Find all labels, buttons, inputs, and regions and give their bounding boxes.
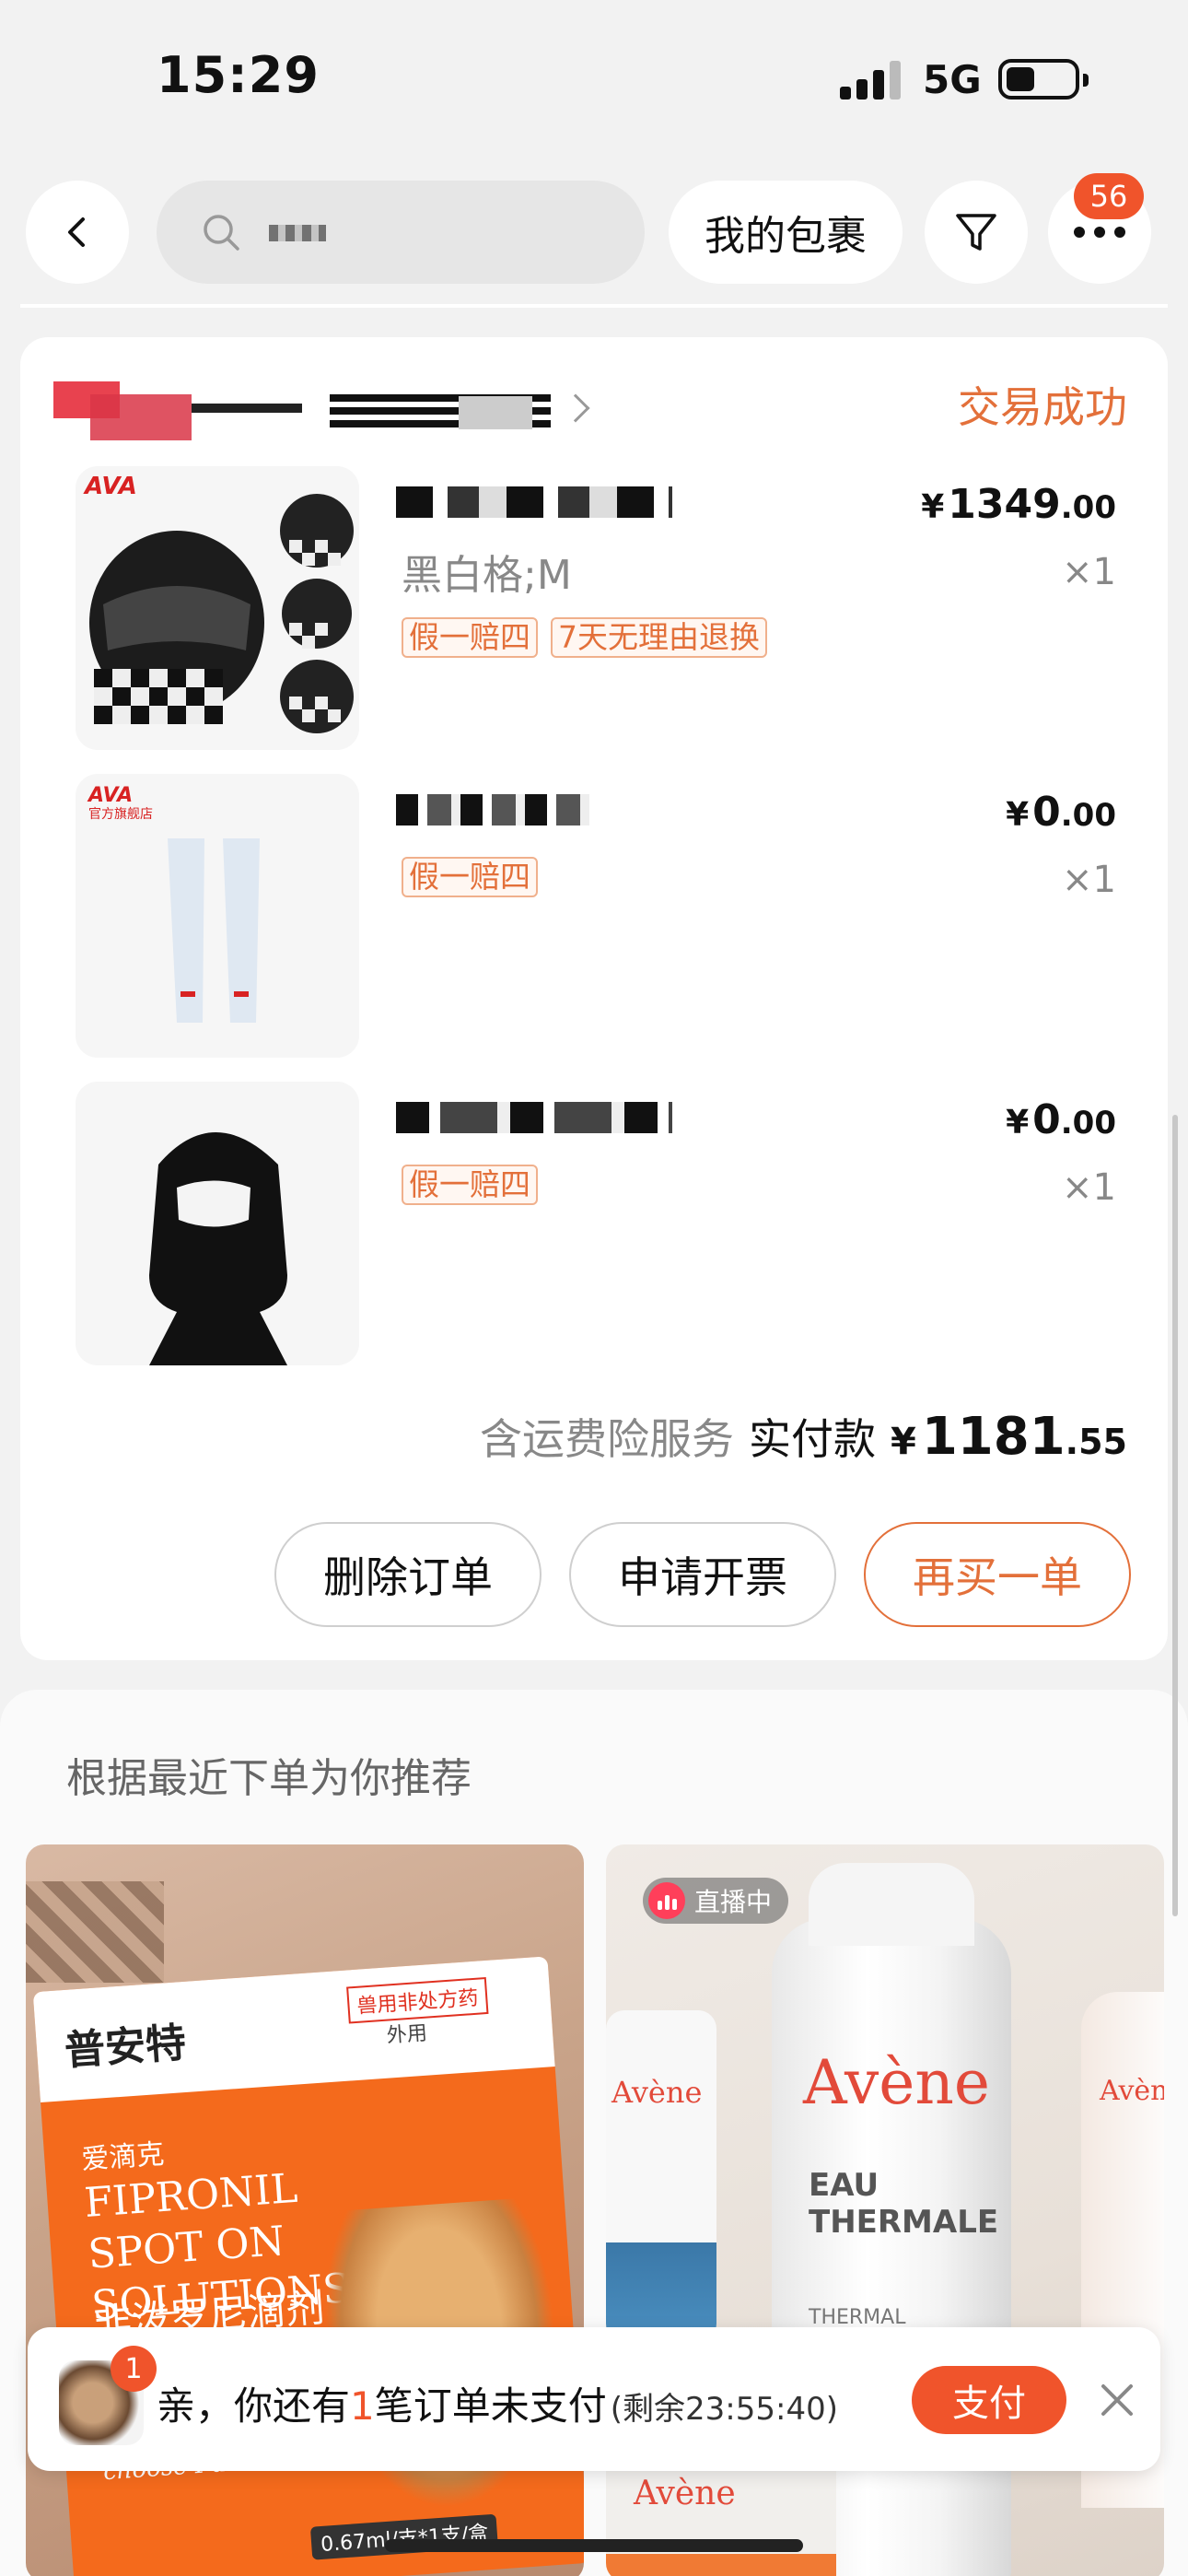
price-decimal: .00 <box>1060 489 1116 526</box>
msg-suffix: 笔订单未支付 <box>374 2383 607 2429</box>
chevron-right-icon <box>561 393 590 423</box>
item-price: ¥0.00 <box>1006 789 1116 836</box>
currency-symbol: ¥ <box>1006 1104 1030 1142</box>
product-image-sleeves: AVA 官方旗舰店 <box>76 774 359 1058</box>
live-badge: 直播中 <box>643 1878 789 1924</box>
filter-icon <box>956 214 996 251</box>
product-brand: 普安特 <box>63 2019 188 2076</box>
item-quantity: ×1 <box>1062 1166 1116 1209</box>
brand-logo-small: Avène <box>634 2475 736 2512</box>
buy-again-button[interactable]: 再买一单 <box>864 1522 1131 1627</box>
unpaid-message: 亲，你还有1笔订单未支付 (剩余23:55:40) <box>157 2375 838 2431</box>
item-quantity: ×1 <box>1062 551 1116 593</box>
brand-logo: Avène <box>803 2047 990 2118</box>
my-packages-button[interactable]: 我的包裹 <box>669 181 903 284</box>
tag-fake-refund: 假一赔四 <box>402 1165 538 1205</box>
product-image-balaclava <box>76 1082 359 1365</box>
order-item[interactable]: AVA 黑白格;M 假一赔四 7天无理由退换 ¥1349.00 ×1 <box>57 466 1144 761</box>
message-badge: 56 <box>1074 173 1144 219</box>
pay-button[interactable]: 支付 <box>912 2366 1066 2434</box>
network-label: 5G <box>923 57 982 102</box>
nav-bar: 我的包裹 56 <box>0 157 1188 304</box>
service-tags: 假一赔四 <box>402 1165 538 1205</box>
recommend-title: 根据最近下单为你推荐 <box>66 1755 472 1802</box>
order-item[interactable]: 假一赔四 ¥0.00 ×1 <box>57 1082 1144 1376</box>
previous-card-edge <box>20 304 1168 308</box>
filter-button[interactable] <box>925 181 1028 284</box>
chevron-left-icon <box>68 217 85 247</box>
order-card: 交易成功 AVA 黑白格;M 假一赔四 7天无理由退换 ¥1349.00 ×1 <box>20 337 1168 1660</box>
shipping-insurance-note: 含运费险服务 <box>479 1414 734 1464</box>
currency-symbol: ¥ <box>921 488 945 526</box>
more-dots-icon <box>1074 227 1125 238</box>
svg-text:AVA: AVA <box>87 784 133 807</box>
item-price: ¥1349.00 <box>921 481 1116 528</box>
brand-logo-small: Avène <box>611 2075 703 2110</box>
status-bar: 15:29 5G <box>0 0 1188 157</box>
scrollbar[interactable] <box>1172 1115 1178 1916</box>
live-label: 直播中 <box>694 1887 773 1917</box>
order-total: 含运费险服务 实付款 ¥1181.55 <box>480 1406 1127 1467</box>
tag-fake-refund: 假一赔四 <box>402 857 538 897</box>
search-icon <box>204 215 239 251</box>
unpaid-count-badge: 1 <box>111 2346 157 2392</box>
product-spec: 黑白格;M <box>402 552 572 599</box>
svg-text:AVA: AVA <box>83 473 137 500</box>
paid-amount: ¥1181.55 <box>891 1407 1127 1467</box>
serum-bottle-image: Avène <box>606 2010 716 2342</box>
search-query-redacted <box>269 225 326 241</box>
remaining-time: (剩余23:55:40) <box>610 2391 838 2428</box>
msg-count: 1 <box>350 2383 375 2429</box>
back-button[interactable] <box>26 181 129 284</box>
home-indicator[interactable] <box>385 2539 803 2552</box>
product-title-redacted <box>396 1102 672 1133</box>
product-image-helmet: AVA <box>76 466 359 750</box>
service-tags: 假一赔四 <box>402 857 538 897</box>
item-quantity: ×1 <box>1062 859 1116 901</box>
svg-text:官方旗舰店: 官方旗舰店 <box>88 807 153 822</box>
price-decimal: .00 <box>1060 797 1116 834</box>
product-box-image: 普安特 兽用非处方药 外用 爱滴克 FIPRONIL SPOT ON SOLUT… <box>32 1956 584 2576</box>
shop-name-redacted[interactable] <box>53 370 590 444</box>
unpaid-order-banner[interactable]: 1 亲，你还有1笔订单未支付 (剩余23:55:40) 支付 <box>28 2327 1160 2471</box>
tag-fake-refund: 假一赔四 <box>402 617 538 658</box>
signal-icon <box>840 61 904 100</box>
product-line1: EAU THERMALE <box>809 2167 999 2241</box>
paid-label: 实付款 <box>748 1414 876 1464</box>
product-title-redacted <box>396 486 672 518</box>
live-icon <box>648 1882 685 1919</box>
delete-order-button[interactable]: 删除订单 <box>274 1522 542 1627</box>
tag-7day-return: 7天无理由退换 <box>551 617 767 658</box>
close-icon[interactable] <box>1096 2379 1138 2421</box>
product-title-redacted <box>396 794 589 825</box>
request-invoice-button[interactable]: 申请开票 <box>569 1522 836 1627</box>
total-integer: 1181 <box>921 1407 1066 1467</box>
brand-logo-small: Avène <box>1100 2075 1164 2107</box>
price-integer: 1349 <box>948 481 1061 528</box>
redacted-area <box>26 1881 164 1983</box>
total-decimal: .55 <box>1065 1422 1127 1462</box>
price-integer: 0 <box>1032 789 1061 836</box>
order-status: 交易成功 <box>958 382 1127 432</box>
order-item[interactable]: AVA 官方旗舰店 假一赔四 ¥0.00 ×1 <box>57 774 1144 1069</box>
msg-prefix: 亲，你还有 <box>157 2383 351 2429</box>
rx-sub-label: 外用 <box>386 2021 428 2048</box>
battery-icon <box>998 59 1089 100</box>
search-input[interactable] <box>157 181 645 284</box>
status-time: 15:29 <box>157 46 320 104</box>
service-tags: 假一赔四 7天无理由退换 <box>402 617 767 658</box>
currency-symbol: ¥ <box>890 1421 916 1463</box>
price-integer: 0 <box>1032 1096 1061 1143</box>
product-size: 0.67ml/支*1支/盒 <box>309 2513 499 2560</box>
item-price: ¥0.00 <box>1006 1096 1116 1143</box>
price-decimal: .00 <box>1060 1105 1116 1142</box>
currency-symbol: ¥ <box>1006 796 1030 834</box>
product-subbrand: 爱滴克 <box>80 2137 166 2177</box>
